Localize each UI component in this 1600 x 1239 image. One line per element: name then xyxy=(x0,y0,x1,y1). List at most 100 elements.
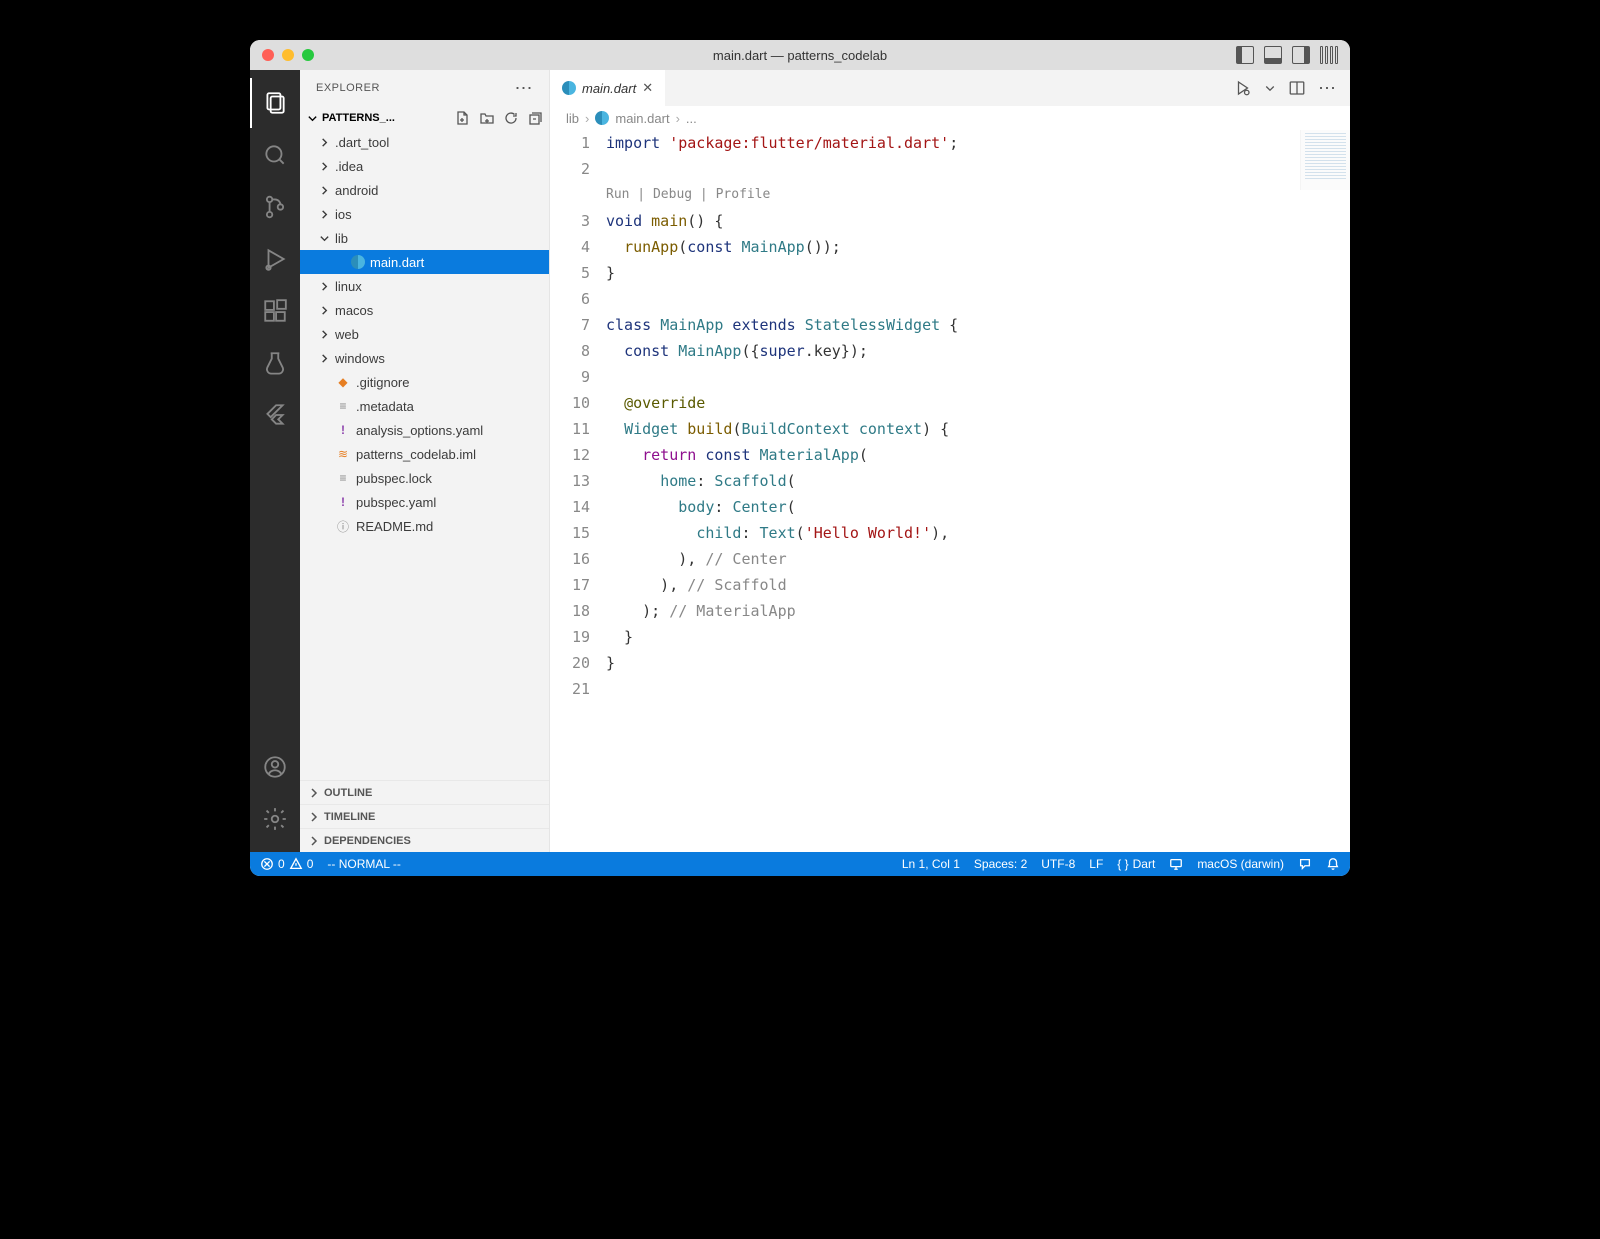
minimap[interactable] xyxy=(1300,130,1350,190)
file-tree-item[interactable]: ⓘREADME.md xyxy=(300,514,549,538)
codelens-run[interactable]: Run xyxy=(606,187,629,202)
code-line[interactable]: home: Scaffold( xyxy=(606,468,1350,494)
code-line[interactable]: void main() { xyxy=(606,208,1350,234)
flutter-activity-icon[interactable] xyxy=(250,390,300,440)
editor-more-icon[interactable]: ⋯ xyxy=(1318,78,1336,99)
file-tree-item[interactable]: !pubspec.yaml xyxy=(300,490,549,514)
code-line[interactable]: return const MaterialApp( xyxy=(606,442,1350,468)
breadcrumb[interactable]: lib › main.dart › ... xyxy=(550,106,1350,130)
extensions-activity-icon[interactable] xyxy=(250,286,300,336)
file-tree-item[interactable]: ◆.gitignore xyxy=(300,370,549,394)
code-line[interactable]: ), // Scaffold xyxy=(606,572,1350,598)
problems-status[interactable]: 0 0 xyxy=(260,857,313,871)
file-tree-item[interactable]: main.dart xyxy=(300,250,549,274)
source-control-activity-icon[interactable] xyxy=(250,182,300,232)
new-folder-icon[interactable] xyxy=(479,110,495,126)
code-line[interactable]: } xyxy=(606,260,1350,286)
folder-tree-item[interactable]: .idea xyxy=(300,154,549,178)
flutter-target-status[interactable]: macOS (darwin) xyxy=(1197,857,1284,871)
notifications-icon[interactable] xyxy=(1326,857,1340,871)
file-tree-item[interactable]: !analysis_options.yaml xyxy=(300,418,549,442)
new-file-icon[interactable] xyxy=(455,110,471,126)
toggle-panel-icon[interactable] xyxy=(1264,46,1282,64)
editor-group: main.dart ✕ ⋯ lib › main.dart › ... xyxy=(550,70,1350,852)
close-tab-icon[interactable]: ✕ xyxy=(642,80,653,96)
code-line[interactable] xyxy=(606,156,1350,182)
code-line[interactable]: body: Center( xyxy=(606,494,1350,520)
vim-mode-status: -- NORMAL -- xyxy=(327,857,401,871)
code-content[interactable]: import 'package:flutter/material.dart'; … xyxy=(606,130,1350,852)
code-line[interactable]: } xyxy=(606,650,1350,676)
explorer-sidebar: EXPLORER ⋯ PATTERNS_... .dart_tool.ideaa… xyxy=(300,70,550,852)
split-editor-icon[interactable] xyxy=(1288,79,1306,97)
folder-tree-item[interactable]: android xyxy=(300,178,549,202)
eol-status[interactable]: LF xyxy=(1089,857,1103,871)
zoom-window-button[interactable] xyxy=(302,49,314,61)
sidebar-section-outline[interactable]: OUTLINE xyxy=(300,780,549,804)
sidebar-more-icon[interactable]: ⋯ xyxy=(515,78,534,99)
folder-tree-item[interactable]: .dart_tool xyxy=(300,130,549,154)
minimize-window-button[interactable] xyxy=(282,49,294,61)
code-line[interactable]: } xyxy=(606,624,1350,650)
breadcrumb-part[interactable]: lib xyxy=(566,111,579,126)
refresh-icon[interactable] xyxy=(503,110,519,126)
folder-tree-item[interactable]: lib xyxy=(300,226,549,250)
toggle-secondary-sidebar-icon[interactable] xyxy=(1292,46,1310,64)
code-line[interactable]: runApp(const MainApp()); xyxy=(606,234,1350,260)
code-line[interactable]: class MainApp extends StatelessWidget { xyxy=(606,312,1350,338)
run-debug-activity-icon[interactable] xyxy=(250,234,300,284)
customize-layout-icon[interactable] xyxy=(1320,46,1338,64)
code-editor[interactable]: 123456789101112131415161718192021 import… xyxy=(550,130,1350,852)
folder-tree-item[interactable]: linux xyxy=(300,274,549,298)
codelens-debug[interactable]: Debug xyxy=(653,187,692,202)
sidebar-section-dependencies[interactable]: DEPENDENCIES xyxy=(300,828,549,852)
device-selector-status[interactable] xyxy=(1169,857,1183,871)
explorer-activity-icon[interactable] xyxy=(250,78,300,128)
indentation-status[interactable]: Spaces: 2 xyxy=(974,857,1027,871)
code-line[interactable]: ); // MaterialApp xyxy=(606,598,1350,624)
code-line[interactable] xyxy=(606,364,1350,390)
code-line[interactable] xyxy=(606,676,1350,702)
code-line[interactable]: import 'package:flutter/material.dart'; xyxy=(606,130,1350,156)
cursor-position-status[interactable]: Ln 1, Col 1 xyxy=(902,857,960,871)
chevron-right-icon xyxy=(318,281,330,292)
editor-tab-main-dart[interactable]: main.dart ✕ xyxy=(550,70,665,106)
window-title: main.dart — patterns_codelab xyxy=(713,48,887,63)
chevron-right-icon: › xyxy=(676,111,680,126)
breadcrumb-part[interactable]: ... xyxy=(686,111,697,126)
collapse-all-icon[interactable] xyxy=(527,110,543,126)
close-window-button[interactable] xyxy=(262,49,274,61)
folder-tree-item[interactable]: web xyxy=(300,322,549,346)
code-line[interactable]: Widget build(BuildContext context) { xyxy=(606,416,1350,442)
language-mode-status[interactable]: { } Dart xyxy=(1117,857,1155,871)
window-controls xyxy=(262,49,314,61)
search-activity-icon[interactable] xyxy=(250,130,300,180)
accounts-activity-icon[interactable] xyxy=(250,742,300,792)
settings-activity-icon[interactable] xyxy=(250,794,300,844)
file-tree-item[interactable]: ≋patterns_codelab.iml xyxy=(300,442,549,466)
folder-tree-item[interactable]: ios xyxy=(300,202,549,226)
code-line[interactable] xyxy=(606,286,1350,312)
workspace-folder-name: PATTERNS_... xyxy=(322,112,395,124)
breadcrumb-part[interactable]: main.dart xyxy=(615,111,669,126)
code-line[interactable]: ), // Center xyxy=(606,546,1350,572)
code-line[interactable]: child: Text('Hello World!'), xyxy=(606,520,1350,546)
dart-file-icon xyxy=(595,111,609,125)
code-line[interactable]: @override xyxy=(606,390,1350,416)
feedback-icon[interactable] xyxy=(1298,857,1312,871)
file-tree-item[interactable]: ≡pubspec.lock xyxy=(300,466,549,490)
run-debug-dropdown-icon[interactable] xyxy=(1234,79,1252,97)
workspace-folder-header[interactable]: PATTERNS_... xyxy=(300,106,549,130)
codelens-profile[interactable]: Profile xyxy=(716,187,771,202)
folder-tree-item[interactable]: macos xyxy=(300,298,549,322)
file-tree-item[interactable]: ≡.metadata xyxy=(300,394,549,418)
code-line[interactable]: const MainApp({super.key}); xyxy=(606,338,1350,364)
testing-activity-icon[interactable] xyxy=(250,338,300,388)
sidebar-section-timeline[interactable]: TIMELINE xyxy=(300,804,549,828)
editor-tabs: main.dart ✕ ⋯ xyxy=(550,70,1350,106)
folder-tree-item[interactable]: windows xyxy=(300,346,549,370)
chevron-down-icon[interactable] xyxy=(1264,79,1276,97)
toggle-primary-sidebar-icon[interactable] xyxy=(1236,46,1254,64)
encoding-status[interactable]: UTF-8 xyxy=(1041,857,1075,871)
chevron-right-icon xyxy=(318,329,330,340)
